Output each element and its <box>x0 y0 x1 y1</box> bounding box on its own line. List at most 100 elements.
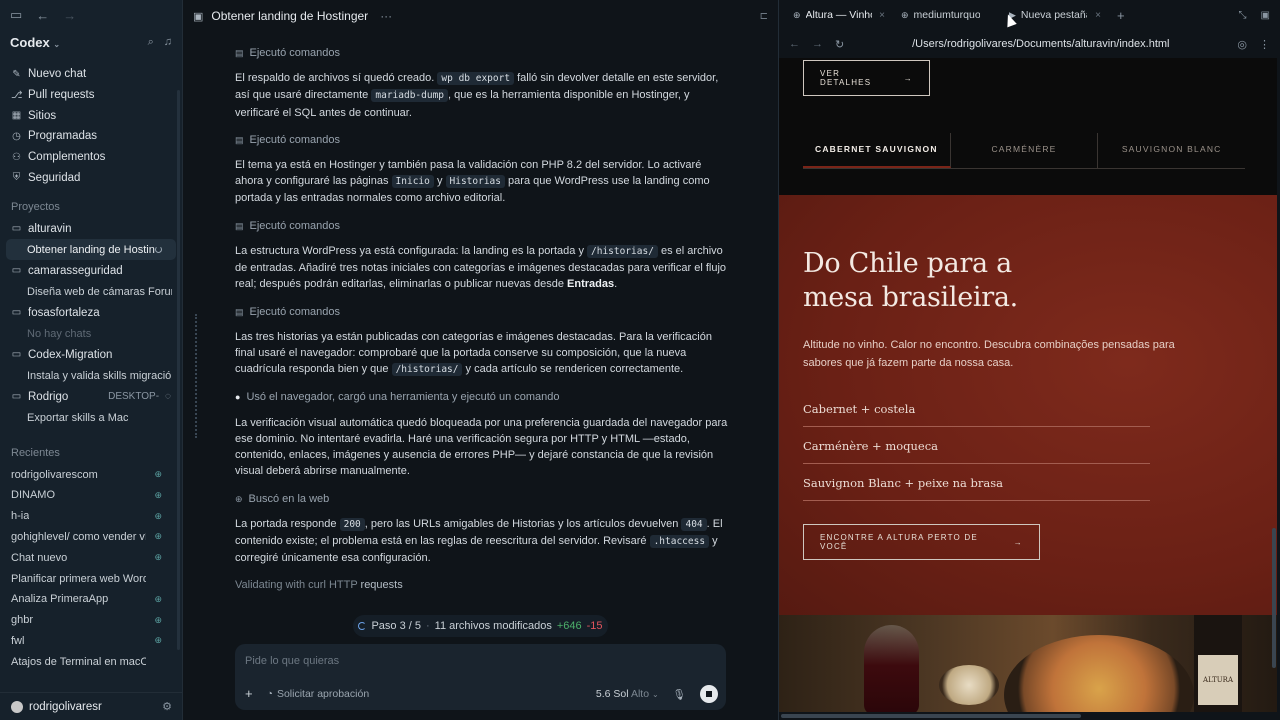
add-tab-button[interactable]: + <box>1111 8 1131 23</box>
collapse-icon[interactable]: ⤡ <box>1239 10 1247 21</box>
sidebar-item-nuevo-chat[interactable]: ✎ Nuevo chat <box>0 64 182 85</box>
globe-icon: ⊕ <box>154 489 162 500</box>
screenshot-icon[interactable]: ◎ <box>1237 38 1247 51</box>
recent-chat-label: rodrigolivarescom <box>11 468 98 481</box>
add-attachment-button[interactable]: + <box>245 686 253 701</box>
view-details-button[interactable]: VER DETALHES → <box>803 60 930 96</box>
hero-section: Do Chile para a mesa brasileira. Altitude… <box>779 195 1277 615</box>
recent-chat-label: h-ia <box>11 510 30 523</box>
settings-icon[interactable]: ⚙ <box>162 700 172 713</box>
recent-chat-item[interactable]: Planificar primera web WordPress <box>0 568 182 589</box>
approval-button[interactable]: ◔ Solicitar aprobación <box>267 688 370 700</box>
device-name: DESKTOP- <box>108 391 160 403</box>
wine-tab-item[interactable]: SAUVIGNON BLANC <box>1098 133 1245 168</box>
recent-chat-item[interactable]: ghbr ⊕ <box>0 610 182 631</box>
step-commands-3[interactable]: ▤ Ejecutó comandos <box>235 217 731 235</box>
browser-tab-label: Altura — Vinhos <box>805 9 872 21</box>
step-commands-2[interactable]: ▤ Ejecutó comandos <box>235 131 731 149</box>
folder-icon: ▭ <box>11 307 22 319</box>
recent-chat-item[interactable]: fwl ⊕ <box>0 631 182 652</box>
recent-chat-label: gohighlevel/ como vender vía <box>11 530 146 543</box>
browser-tab[interactable]: ⊕ Altura — Vinhos × <box>787 4 891 26</box>
wine-tab-item[interactable]: CABERNET SAUVIGNON <box>803 133 951 168</box>
panel-icon[interactable]: ▣ <box>1261 10 1270 21</box>
prompt-input[interactable] <box>245 652 705 670</box>
chat-thread-item[interactable]: Instala y valida skills migración <box>0 365 182 386</box>
chat-title: Obtener landing de Hostinger <box>211 9 369 23</box>
folder-icon: ▭ <box>11 391 22 403</box>
viewport-vertical-scrollbar[interactable] <box>1272 528 1276 668</box>
viewport-horizontal-scrollbar[interactable] <box>781 714 1081 718</box>
globe-icon: ⊕ <box>154 531 162 542</box>
lines-removed: -15 <box>586 620 603 632</box>
sidebar-scrollbar[interactable] <box>177 90 180 650</box>
globe-icon: ⊕ <box>154 614 162 625</box>
recent-chat-item[interactable]: Atajos de Terminal en macOS <box>0 651 182 672</box>
find-altura-button[interactable]: ENCONTRE A ALTURA PERTO DE VOCÊ → <box>803 524 1040 560</box>
recent-chat-item[interactable]: h-ia ⊕ <box>0 506 182 527</box>
model-selector[interactable]: 5.6 Sol Alto ⌄ <box>596 688 659 700</box>
stop-button[interactable] <box>700 685 718 703</box>
chat-thread-label: Obtener landing de Hostinger <box>27 243 155 256</box>
microphone-icon[interactable]: 🎙 <box>673 688 686 701</box>
url-field[interactable]: /Users/rodrigolivares/Documents/alturavi… <box>856 38 1225 50</box>
sidebar-item-programadas[interactable]: ◷ Programadas <box>0 126 182 147</box>
project-camarasseguridad[interactable]: ▭ camarasseguridad <box>0 260 182 281</box>
chat-thread-item[interactable]: Exportar skills a Mac <box>0 407 182 428</box>
back-arrow-icon[interactable]: ← <box>36 8 49 23</box>
approval-icon: ◔ <box>266 687 273 700</box>
resize-gutter[interactable] <box>195 314 197 438</box>
chat-thread-label: Diseña web de cámaras Forum <box>27 285 172 298</box>
close-icon[interactable]: × <box>1095 10 1101 21</box>
dot-separator: · <box>426 620 430 632</box>
chat-transcript: ▤ Ejecutó comandos El respaldo de archivo… <box>235 44 731 593</box>
pairing-item[interactable]: Cabernet + costela <box>803 391 1150 427</box>
panel-layout-icon[interactable]: ⊏ <box>760 11 768 22</box>
pairing-item[interactable]: Sauvignon Blanc + peixe na brasa <box>803 465 1150 501</box>
user-row[interactable]: rodrigolivaresr ⚙ <box>0 692 183 720</box>
food-photo: ALTURA <box>779 615 1277 712</box>
message-paragraph: Las tres historias ya están publicadas c… <box>235 330 712 377</box>
recent-chat-label: fwl <box>11 634 25 647</box>
recent-chat-label: ghbr <box>11 614 34 627</box>
sidebar-item-sitios[interactable]: ▦ Sitios <box>0 105 182 126</box>
sidebar-item-seguridad[interactable]: ⛨ Seguridad <box>0 167 182 188</box>
chat-thread-item[interactable]: Diseña web de cámaras Forum <box>0 281 182 302</box>
sidebar-toggle-icon[interactable]: ▭ <box>10 7 22 23</box>
project-fosasfortaleza[interactable]: ▭ fosasfortaleza <box>0 302 182 323</box>
bell-icon[interactable]: ♫ <box>164 36 172 49</box>
recent-chat-item[interactable]: DINAMO ⊕ <box>0 485 182 506</box>
recent-chat-item[interactable]: Chat nuevo ⊕ <box>0 547 182 568</box>
sidebar-item-complementos[interactable]: ⚇ Complementos <box>0 147 182 168</box>
step-web-search[interactable]: ⊕ Buscó en la web <box>235 490 731 508</box>
project-label-group: ▭ alturavin <box>11 223 72 235</box>
back-arrow-icon[interactable]: ← <box>789 38 800 50</box>
recent-chat-item[interactable]: gohighlevel/ como vender vía ⊕ <box>0 527 182 548</box>
recent-chat-item[interactable]: Analiza PrimeraApp ⊕ <box>0 589 182 610</box>
progress-status-pill[interactable]: Paso 3 / 5 · 11 archivos modificados +64… <box>353 615 608 637</box>
browser-tab[interactable]: ▶ Nueva pestaña × <box>1003 4 1107 26</box>
forward-arrow-icon[interactable]: → <box>63 8 76 23</box>
browser-tab[interactable]: ⊕ mediumturquoise <box>895 4 999 26</box>
pairing-item[interactable]: Carménère + moqueca <box>803 428 1150 464</box>
chat-menu-button[interactable]: ··· <box>380 9 392 23</box>
sidebar-item-pull-requests[interactable]: ⎇ Pull requests <box>0 85 182 106</box>
close-icon[interactable]: × <box>879 10 885 21</box>
step-browser[interactable]: ● Usó el navegador, cargó una herramienta… <box>235 389 731 407</box>
wine-tab-item[interactable]: CARMÉNÈRE <box>951 133 1099 168</box>
forward-arrow-icon[interactable]: → <box>812 38 823 50</box>
globe-icon: ⊕ <box>235 493 243 504</box>
chat-icon: ▣ <box>193 10 204 23</box>
user-name: rodrigolivaresr <box>29 700 102 713</box>
project-codex-migration[interactable]: ▭ Codex-Migration <box>0 344 182 365</box>
search-icon[interactable]: ⌕ <box>148 36 154 49</box>
reload-icon[interactable]: ↻ <box>835 38 844 51</box>
more-icon[interactable]: ⋮ <box>1259 38 1270 51</box>
step-commands-4[interactable]: ▤ Ejecutó comandos <box>235 303 731 321</box>
step-commands-1[interactable]: ▤ Ejecutó comandos <box>235 44 731 62</box>
chat-thread-item[interactable]: Obtener landing de Hostinger <box>6 239 176 261</box>
project-rodrigo[interactable]: ▭ Rodrigo DESKTOP- ◌ <box>0 386 182 407</box>
project-alturavin[interactable]: ▭ alturavin <box>0 218 182 239</box>
recent-chat-item[interactable]: rodrigolivarescom ⊕ <box>0 464 182 485</box>
brand-switcher[interactable]: Codex ⌄ <box>10 35 60 50</box>
